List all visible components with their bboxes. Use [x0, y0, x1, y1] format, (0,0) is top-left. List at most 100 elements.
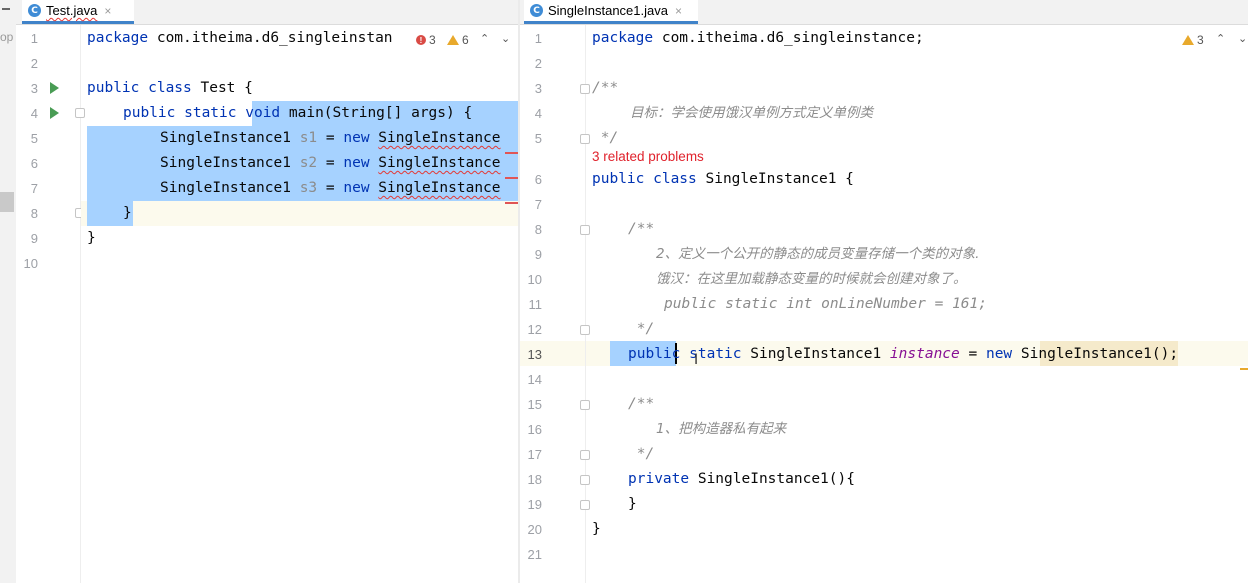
- right-code-area[interactable]: package com.itheima.d6_singleinstance; /…: [592, 25, 1242, 583]
- code-comment: 1、把构造器私有起来: [656, 421, 787, 437]
- line-number: 17: [527, 447, 542, 462]
- line-number: 8: [30, 206, 38, 221]
- code-comment: /**: [592, 80, 619, 96]
- warning-count[interactable]: 6: [447, 33, 469, 47]
- line-number: 9: [534, 247, 542, 262]
- c-class-icon: C: [530, 4, 543, 17]
- chevron-down-icon[interactable]: ⌄: [1238, 32, 1247, 45]
- line-number: 2: [534, 56, 542, 71]
- line-number: 20: [527, 522, 542, 537]
- code-line: }: [592, 521, 601, 537]
- warning-icon: [1182, 35, 1194, 45]
- code-line: private SingleInstance1(){: [628, 471, 855, 487]
- line-number: 14: [527, 372, 542, 387]
- line-number: 12: [527, 322, 542, 337]
- code-line: public static void main(String[] args) {: [123, 105, 473, 121]
- project-panel-edge[interactable]: op: [0, 0, 17, 583]
- fold-icon[interactable]: [580, 134, 590, 144]
- fold-icon[interactable]: [580, 400, 590, 410]
- line-number: 15: [527, 397, 542, 412]
- code-comment: 目标：学会使用饿汉单例方式定义单例类: [630, 105, 873, 121]
- line-number: 1: [534, 31, 542, 46]
- run-main-icon[interactable]: [50, 107, 59, 119]
- left-tab-bar: C Test.java ×: [16, 0, 518, 25]
- fold-icon[interactable]: [75, 108, 85, 118]
- code-line: SingleInstance1 s1 = new SingleInstance: [160, 130, 501, 146]
- line-number: 4: [30, 106, 38, 121]
- project-label: op: [0, 30, 14, 44]
- code-comment: /**: [628, 221, 655, 237]
- error-icon: !: [416, 35, 426, 45]
- line-number: 21: [527, 547, 542, 562]
- fold-icon[interactable]: [580, 500, 590, 510]
- inspection-widget[interactable]: 3 ⌃ ⌄: [1176, 26, 1248, 52]
- code-line: }: [628, 496, 637, 512]
- error-count[interactable]: ! 3: [416, 33, 436, 47]
- warning-stripe-mark[interactable]: [1240, 368, 1248, 370]
- error-stripe-mark[interactable]: [505, 177, 518, 179]
- line-number: 3: [534, 81, 542, 96]
- line-number: 19: [527, 497, 542, 512]
- line-number: 6: [30, 156, 38, 171]
- line-number: 18: [527, 472, 542, 487]
- tab-test-java[interactable]: C Test.java ×: [22, 0, 134, 24]
- code-line: SingleInstance1 s3 = new SingleInstance: [160, 180, 501, 196]
- left-code-area[interactable]: package com.itheima.d6_singleinstan publ…: [87, 25, 518, 585]
- c-class-icon: C: [28, 4, 41, 17]
- inspection-widget[interactable]: ! 3 6 ⌃ ⌄: [408, 26, 516, 52]
- related-problems-link[interactable]: 3 related problems: [592, 149, 704, 164]
- tab-singleinstance1-java[interactable]: C SingleInstance1.java ×: [524, 0, 698, 24]
- run-class-icon[interactable]: [50, 82, 59, 94]
- line-number: 9: [30, 231, 38, 246]
- code-comment: */: [592, 130, 619, 146]
- code-line: public class SingleInstance1 {: [592, 171, 854, 187]
- code-line: public class Test {: [87, 80, 253, 96]
- code-line: }: [87, 230, 96, 246]
- line-number: 7: [534, 197, 542, 212]
- line-number: 5: [30, 131, 38, 146]
- line-number: 1: [30, 31, 38, 46]
- code-line: package com.itheima.d6_singleinstance;: [592, 30, 924, 46]
- code-line: SingleInstance1 s2 = new SingleInstance: [160, 155, 501, 171]
- close-icon[interactable]: ×: [104, 4, 111, 18]
- tab-label: SingleInstance1.java: [548, 3, 668, 18]
- line-number: 7: [30, 181, 38, 196]
- line-number: 5: [534, 131, 542, 146]
- mouse-cursor-icon: I: [694, 352, 699, 368]
- close-icon[interactable]: ×: [675, 4, 682, 18]
- chevron-up-icon[interactable]: ⌃: [480, 32, 489, 45]
- error-stripe-mark[interactable]: [505, 152, 518, 154]
- code-comment: */: [628, 321, 655, 337]
- minimize-icon[interactable]: [2, 8, 10, 10]
- line-number: 4: [534, 106, 542, 121]
- tab-label: Test.java: [46, 3, 98, 18]
- right-tab-bar: C SingleInstance1.java ×: [520, 0, 1248, 25]
- warning-count[interactable]: 3: [1182, 33, 1204, 47]
- line-number: 10: [23, 256, 38, 271]
- line-number: 3: [30, 81, 38, 96]
- fold-icon[interactable]: [580, 84, 590, 94]
- error-stripe-mark[interactable]: [505, 202, 518, 204]
- code-comment: 饿汉：在这里加载静态变量的时候就会创建对象了。: [656, 271, 967, 287]
- fold-icon[interactable]: [580, 475, 590, 485]
- code-comment: public static int onLineNumber = 161;: [664, 296, 988, 312]
- line-number: 6: [534, 172, 542, 187]
- code-line: public static SingleInstance1 instance =…: [628, 346, 1179, 362]
- fold-icon[interactable]: [580, 225, 590, 235]
- line-number: 10: [527, 272, 542, 287]
- chevron-up-icon[interactable]: ⌃: [1216, 32, 1225, 45]
- fold-icon[interactable]: [580, 450, 590, 460]
- code-comment: 2、定义一个公开的静态的成员变量存储一个类的对象.: [656, 246, 980, 262]
- code-comment: */: [628, 446, 655, 462]
- line-number: 8: [534, 222, 542, 237]
- line-number: 2: [30, 56, 38, 71]
- project-selection: [0, 192, 14, 212]
- line-number: 13: [527, 347, 542, 362]
- code-comment: /**: [628, 396, 655, 412]
- chevron-down-icon[interactable]: ⌄: [501, 32, 510, 45]
- code-line: }: [123, 205, 132, 221]
- fold-icon[interactable]: [580, 325, 590, 335]
- warning-icon: [447, 35, 459, 45]
- line-number: 16: [527, 422, 542, 437]
- code-line: package com.itheima.d6_singleinstan: [87, 30, 393, 46]
